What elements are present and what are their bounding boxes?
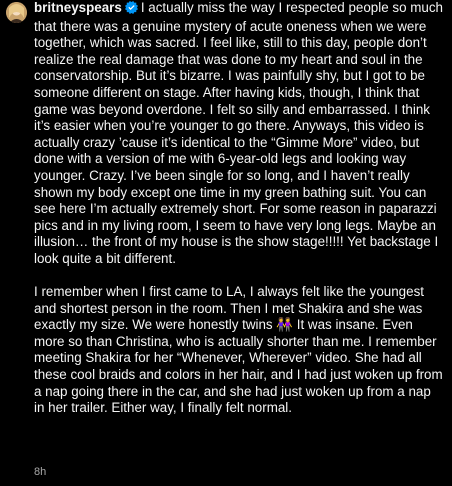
verified-badge-icon: [124, 1, 138, 19]
caption-paragraph-2: I remember when I first came to LA, I al…: [34, 284, 443, 416]
avatar[interactable]: [6, 2, 27, 23]
caption-panel: britneyspears I actually miss the way I r…: [0, 0, 452, 486]
username-link[interactable]: britneyspears: [34, 0, 122, 15]
caption-text-1: I actually miss the way I respected peop…: [34, 0, 444, 266]
post-caption: britneyspears I actually miss the way I r…: [34, 0, 444, 417]
profile-photo-icon: [6, 2, 27, 23]
post-timestamp[interactable]: 8h: [34, 464, 46, 481]
caption-paragraph-1: britneyspears I actually miss the way I r…: [34, 0, 444, 268]
